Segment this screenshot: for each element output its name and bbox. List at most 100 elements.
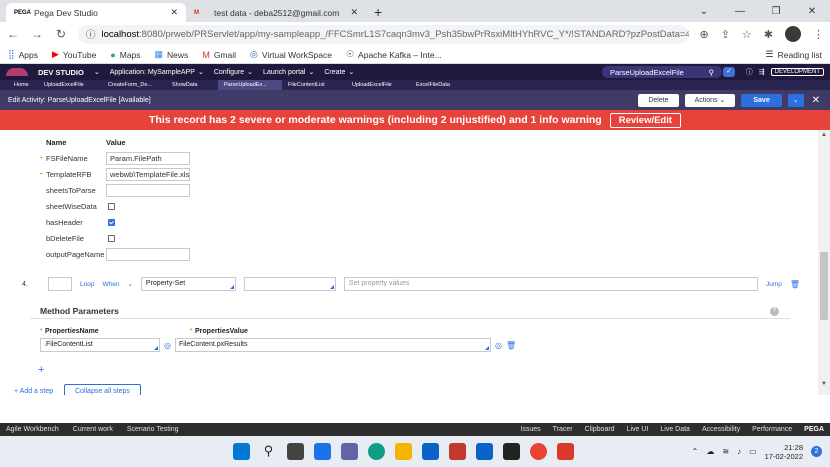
create-menu[interactable]: Create ⌄ [324,68,354,77]
chevron-down-icon[interactable]: ⌄ [94,68,100,76]
bookmark-apps[interactable]: ⣿ Apps [8,49,38,60]
close-tab-icon[interactable]: ✕ [170,7,178,18]
save-button[interactable]: Save [741,93,782,107]
battery-icon[interactable]: ▭ [749,447,757,456]
configure-menu[interactable]: Configure ⌄ [214,68,253,77]
pulse-icon[interactable]: ⇶ [759,68,765,76]
doc-tab-active[interactable]: ParseUploadEx... [218,80,282,90]
doc-tab[interactable]: UploadExcelFile [346,82,410,88]
when-link[interactable]: When [102,281,119,288]
volume-icon[interactable]: ♪ [737,447,741,456]
share-icon[interactable]: ⇪ [721,28,730,41]
new-tab-button[interactable]: + [366,4,390,22]
param-checkbox-checked[interactable] [108,218,115,226]
help-icon[interactable]: ⓘ [746,67,753,77]
info-icon[interactable]: ⓘ [86,27,96,41]
trash-icon[interactable]: 🗑 [790,280,800,289]
scroll-up-icon[interactable]: ▲ [821,132,827,138]
param-value-input[interactable]: Param.FilePath [106,151,190,165]
reading-list-button[interactable]: ☰ Reading list [766,49,823,60]
help-icon[interactable]: ? [770,307,779,316]
browser-tab-pega[interactable]: PEGA Pega Dev Studio ✕ [6,3,186,22]
store-icon[interactable] [422,443,439,460]
url-input[interactable]: ⓘ localhost:8080/prweb/PRServlet/app/my-… [78,24,690,44]
properties-value-input[interactable]: FileContent.pxResults [174,338,491,352]
widgets-icon[interactable] [314,443,331,460]
search-icon[interactable]: ⚲ [260,443,277,460]
avatar[interactable] [785,26,801,42]
save-options-chevron-icon[interactable]: ⌄ [787,93,804,107]
office-icon[interactable] [449,443,466,460]
current-work-button[interactable]: Current work [73,426,113,433]
forward-icon[interactable]: → [30,27,44,41]
chrome-icon[interactable] [530,443,547,460]
performance-button[interactable]: Performance [752,426,792,433]
mail-icon[interactable] [476,443,493,460]
chevron-up-icon[interactable]: ⌃ [692,447,699,456]
scrollbar[interactable]: ▲ ▼ [818,130,830,395]
add-step-button[interactable]: + Add a step [14,388,53,395]
pega-logo-icon[interactable] [6,68,28,76]
tab-search-icon[interactable]: ⌄ [686,0,722,22]
teams-chat-icon[interactable] [341,443,358,460]
live-data-button[interactable]: Live Data [660,426,690,433]
doc-tab[interactable]: CreateForm_De... [102,82,166,88]
windows-start-icon[interactable] [233,443,250,460]
param-checkbox[interactable] [108,234,115,242]
bookmark-youtube[interactable]: ▶ YouTube [52,49,96,60]
extensions-icon[interactable]: ✱ [764,28,773,41]
menu-icon[interactable]: ⋮ [813,28,824,41]
accessibility-button[interactable]: Accessibility [702,426,740,433]
param-checkbox[interactable] [108,202,115,210]
tracer-button[interactable]: Tracer [553,426,573,433]
application-menu[interactable]: Application: MySampleAPP ⌄ [110,68,204,77]
bookmark-news[interactable]: ▦ News [155,49,189,60]
step-page-input[interactable] [243,277,336,291]
task-view-icon[interactable] [287,443,304,460]
launch-portal-menu[interactable]: Launch portal ⌄ [263,68,314,77]
jump-link[interactable]: Jump [766,281,782,288]
edge-icon[interactable] [368,443,385,460]
param-value-input[interactable]: webwb\TemplateFile.xlsx [106,167,190,181]
param-value-input[interactable] [106,247,190,261]
close-icon[interactable]: ✕ [810,94,822,107]
review-edit-button[interactable]: Review/Edit [609,112,682,128]
cloud-icon[interactable]: ☁ [706,447,714,456]
doc-tab[interactable]: ExcelFileData [410,82,474,88]
minimize-icon[interactable]: — [722,0,758,22]
step-label-input[interactable] [48,277,72,291]
doc-tab[interactable]: ShowData [166,82,218,88]
search-icon[interactable]: ⚲ [709,68,715,77]
notification-badge[interactable]: 2 [811,446,822,457]
scroll-down-icon[interactable]: ▼ [821,381,827,387]
clipboard-button[interactable]: Clipboard [585,426,615,433]
loop-link[interactable]: Loop [80,281,94,288]
close-tab-icon[interactable]: ✕ [350,7,358,18]
param-value-input[interactable] [106,183,190,197]
scenario-testing-button[interactable]: Scenario Testing [127,426,179,433]
bookmark-virtual-workspace[interactable]: ◎ Virtual WorkSpace [250,49,332,60]
properties-name-input[interactable]: .FileContentList [40,338,160,352]
step-description-input[interactable]: Set property values [343,277,758,291]
issues-button[interactable]: Issues [520,426,540,433]
doc-tab[interactable]: UploadExcelFile [38,82,102,88]
browser-tab-gmail[interactable]: M test data - deba2512@gmail.com ✕ [186,3,366,22]
bookmark-maps[interactable]: ● Maps [110,50,140,60]
scrollbar-thumb[interactable] [820,252,828,320]
gear-icon[interactable]: ◎ [164,341,171,350]
add-row-icon[interactable]: + [38,364,44,376]
pega-search-input[interactable]: ParseUploadExcelFile ⚲ [602,66,722,78]
actions-button[interactable]: Actions ⌄ [684,93,736,107]
doc-tab[interactable]: Home [8,82,38,88]
word-icon[interactable] [557,443,574,460]
search-scope-check-icon[interactable]: ✓ [723,67,735,77]
bookmark-star-icon[interactable]: ☆ [742,28,752,41]
zoom-icon[interactable]: ⊕ [699,28,708,41]
agile-workbench-button[interactable]: Agile Workbench [6,426,59,433]
file-explorer-icon[interactable] [395,443,412,460]
bookmark-gmail[interactable]: M Gmail [202,50,236,60]
gear-icon[interactable]: ◎ [495,341,502,350]
restore-icon[interactable]: ❐ [758,0,794,22]
collapse-all-steps-button[interactable]: Collapse all steps [64,384,141,395]
live-ui-button[interactable]: Live UI [627,426,649,433]
